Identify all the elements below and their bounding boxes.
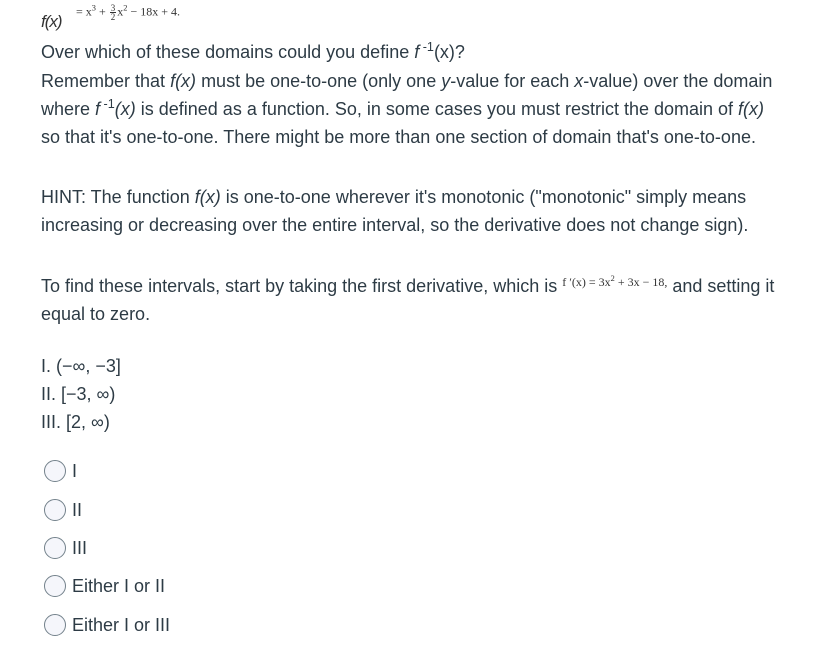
option-II[interactable]: II [44, 499, 82, 521]
prompt-text: Over which of these domains could you de… [41, 42, 415, 62]
fx: f(x) [738, 99, 765, 119]
derivative-paragraph: To find these intervals, start by taking… [41, 268, 781, 328]
radio-button[interactable] [44, 614, 66, 636]
x-arg: (x) [114, 99, 136, 119]
denominator: 2 [110, 12, 116, 22]
option-label: I [72, 460, 78, 481]
fx: f(x) [194, 187, 221, 207]
option-either-I-or-II[interactable]: Either I or II [44, 575, 165, 597]
plus: + [95, 4, 109, 19]
text: so that it's one-to-one. There might be … [41, 127, 756, 147]
text: must be one-to-one (only one [196, 71, 442, 91]
text: is defined as a function. So, in some ca… [135, 99, 739, 119]
fx: f(x) [170, 71, 197, 91]
prompt-suffix: (x)? [433, 42, 465, 62]
radio-button[interactable] [44, 575, 66, 597]
inverse-exp: -1 [100, 97, 115, 111]
y-var: y [441, 71, 451, 91]
function-expression: = x3 + 3 2 x2 − 18x + 4. [76, 4, 180, 22]
text: Remember that [41, 71, 171, 91]
interval-item: II. [−3, ∞) [41, 384, 116, 404]
deriv-rest: + 3x − 18, [614, 275, 668, 289]
option-label: Either I or III [72, 614, 171, 635]
deriv-lhs: f ′(x) = 3x [562, 275, 611, 289]
question-prompt: Over which of these domains could you de… [41, 38, 781, 66]
inverse-exp: -1 [419, 40, 434, 54]
term-x: = x [76, 4, 92, 19]
option-label: II [72, 499, 83, 520]
interval-list: I. (−∞, −3] II. [−3, ∞) III. [2, ∞) [41, 352, 121, 436]
option-I[interactable]: I [44, 460, 77, 482]
radio-button[interactable] [44, 460, 66, 482]
x-var: x [574, 71, 584, 91]
text: To find these intervals, start by taking… [41, 276, 563, 296]
text: -value for each [450, 71, 575, 91]
radio-button[interactable] [44, 499, 66, 521]
option-label: III [72, 537, 88, 558]
option-label: Either I or II [72, 575, 166, 596]
text: HINT: The function [41, 187, 195, 207]
interval-item: I. (−∞, −3] [41, 356, 121, 376]
term-rest: − 18x + 4. [127, 4, 180, 19]
fraction: 32 [109, 4, 117, 22]
option-either-I-or-III[interactable]: Either I or III [44, 614, 170, 636]
explanation-paragraph: Remember that f(x) must be one-to-one (o… [41, 67, 781, 151]
derivative-expression: f ′(x) = 3x2 + 3x − 18, [562, 274, 668, 289]
hint-paragraph: HINT: The function f(x) is one-to-one wh… [41, 183, 781, 239]
option-III[interactable]: III [44, 537, 87, 559]
fx-label: f(x) [41, 12, 63, 31]
radio-button[interactable] [44, 537, 66, 559]
interval-item: III. [2, ∞) [41, 412, 110, 432]
